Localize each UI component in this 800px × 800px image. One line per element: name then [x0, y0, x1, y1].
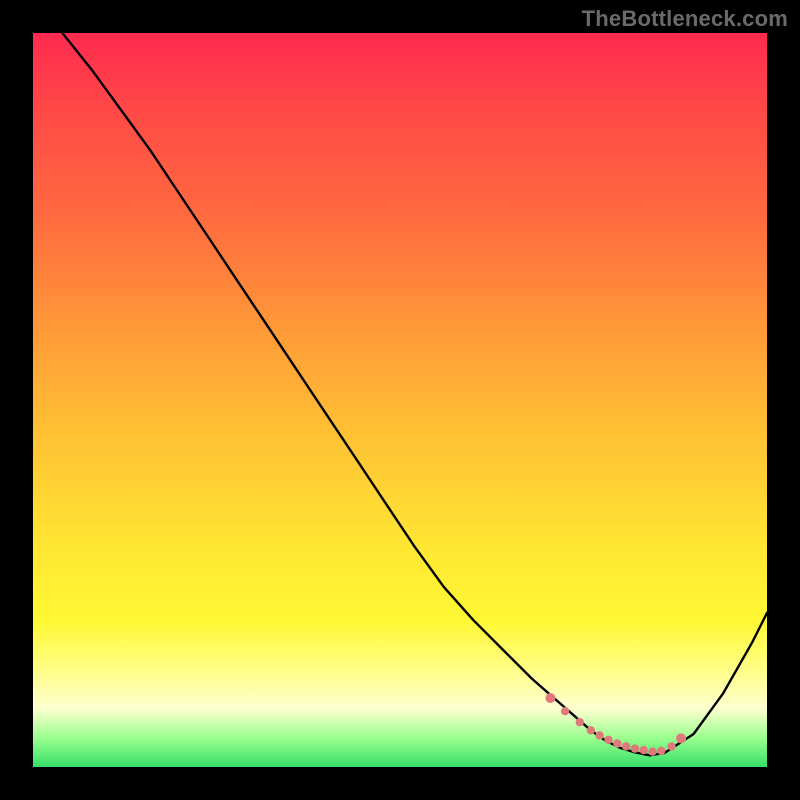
marker-dot	[613, 739, 621, 747]
marker-dot	[657, 747, 665, 755]
watermark-text: TheBottleneck.com	[582, 6, 788, 32]
marker-dot	[640, 746, 648, 754]
bottleneck-chart	[33, 33, 767, 767]
marker-dot	[587, 726, 595, 734]
marker-dot	[676, 733, 686, 743]
marker-dot	[546, 693, 556, 703]
marker-dot	[604, 736, 612, 744]
marker-dot	[622, 742, 630, 750]
marker-dot	[576, 718, 584, 726]
marker-dot	[595, 731, 603, 739]
marker-dot	[561, 707, 569, 715]
bottleneck-curve-line	[62, 33, 767, 755]
marker-dot	[648, 747, 656, 755]
marker-dot	[667, 742, 675, 750]
optimal-region-markers	[546, 693, 687, 756]
marker-dot	[631, 744, 639, 752]
